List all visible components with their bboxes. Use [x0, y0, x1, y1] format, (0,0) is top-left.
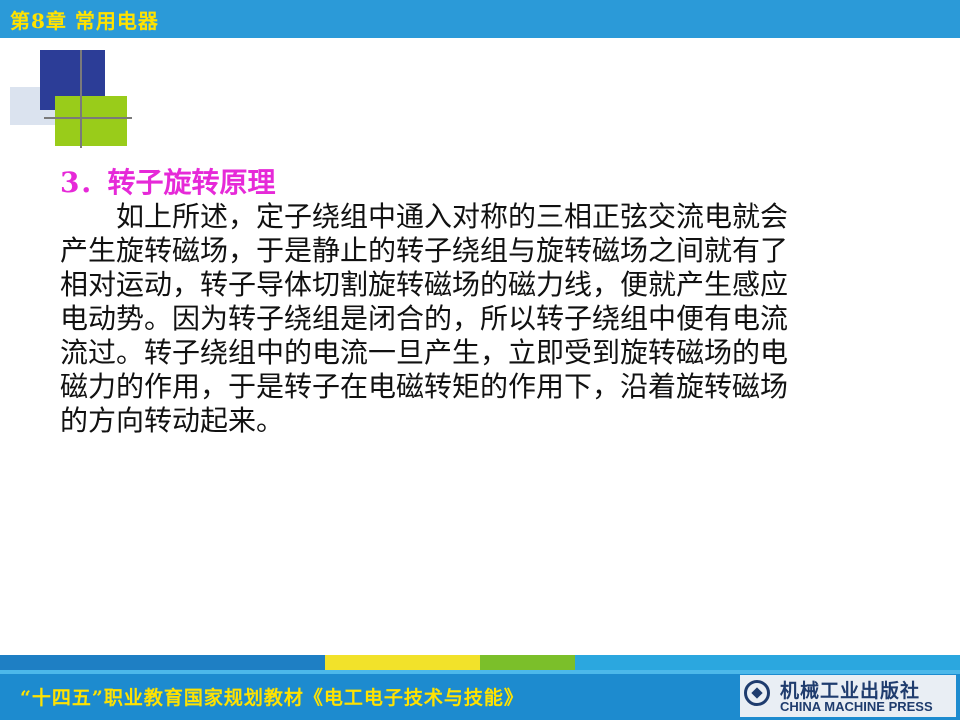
decor-vertical-line [80, 50, 82, 148]
footer-accent-line [0, 670, 960, 674]
footer-color-stripes [0, 655, 960, 670]
stripe-yellow [325, 655, 480, 670]
slide-content: 3．转子旋转原理 如上所述，定子绕组中通入对称的三相正弦交流电就会 产生旋转磁场… [60, 166, 900, 438]
series-title: “十四五”职业教育国家规划教材《电工电子技术与技能》 [20, 687, 524, 709]
paragraph-line: 相对运动，转子导体切割旋转磁场的磁力线，便就产生感应 [60, 268, 789, 301]
chapter-title: 第8章 常用电器 [10, 9, 159, 33]
body-paragraph: 如上所述，定子绕组中通入对称的三相正弦交流电就会 产生旋转磁场，于是静止的转子绕… [60, 200, 900, 438]
paragraph-line: 流过。转子绕组中的电流一旦产生，立即受到旋转磁场的电 [60, 336, 789, 369]
stripe-blue [0, 655, 325, 670]
section-heading-text: 转子旋转原理 [107, 166, 276, 199]
stripe-light-blue [575, 655, 960, 670]
stripe-green [480, 655, 575, 670]
footer-band: “十四五”职业教育国家规划教材《电工电子技术与技能》 机械工业出版社 CHINA… [0, 670, 960, 720]
section-heading: 3．转子旋转原理 [60, 166, 900, 200]
publisher-name-en: CHINA MACHINE PRESS [780, 699, 933, 714]
paragraph-line: 产生旋转磁场，于是静止的转子绕组与旋转磁场之间就有了 [60, 234, 789, 267]
decor-green-square [55, 96, 127, 146]
paragraph-line: 磁力的作用，于是转子在电磁转矩的作用下，沿着旋转磁场 [60, 370, 789, 403]
publisher-badge: 机械工业出版社 CHINA MACHINE PRESS [740, 675, 956, 717]
publisher-logo-icon [744, 680, 770, 706]
header-bar: 第8章 常用电器 [0, 0, 960, 38]
footer: “十四五”职业教育国家规划教材《电工电子技术与技能》 机械工业出版社 CHINA… [0, 655, 960, 720]
paragraph-line: 的方向转动起来。 [60, 404, 285, 437]
section-number: 3． [60, 166, 108, 199]
decor-horizontal-line [44, 117, 132, 119]
paragraph-line: 电动势。因为转子绕组是闭合的，所以转子绕组中便有电流 [60, 302, 789, 335]
paragraph-line: 如上所述，定子绕组中通入对称的三相正弦交流电就会 [116, 200, 789, 233]
